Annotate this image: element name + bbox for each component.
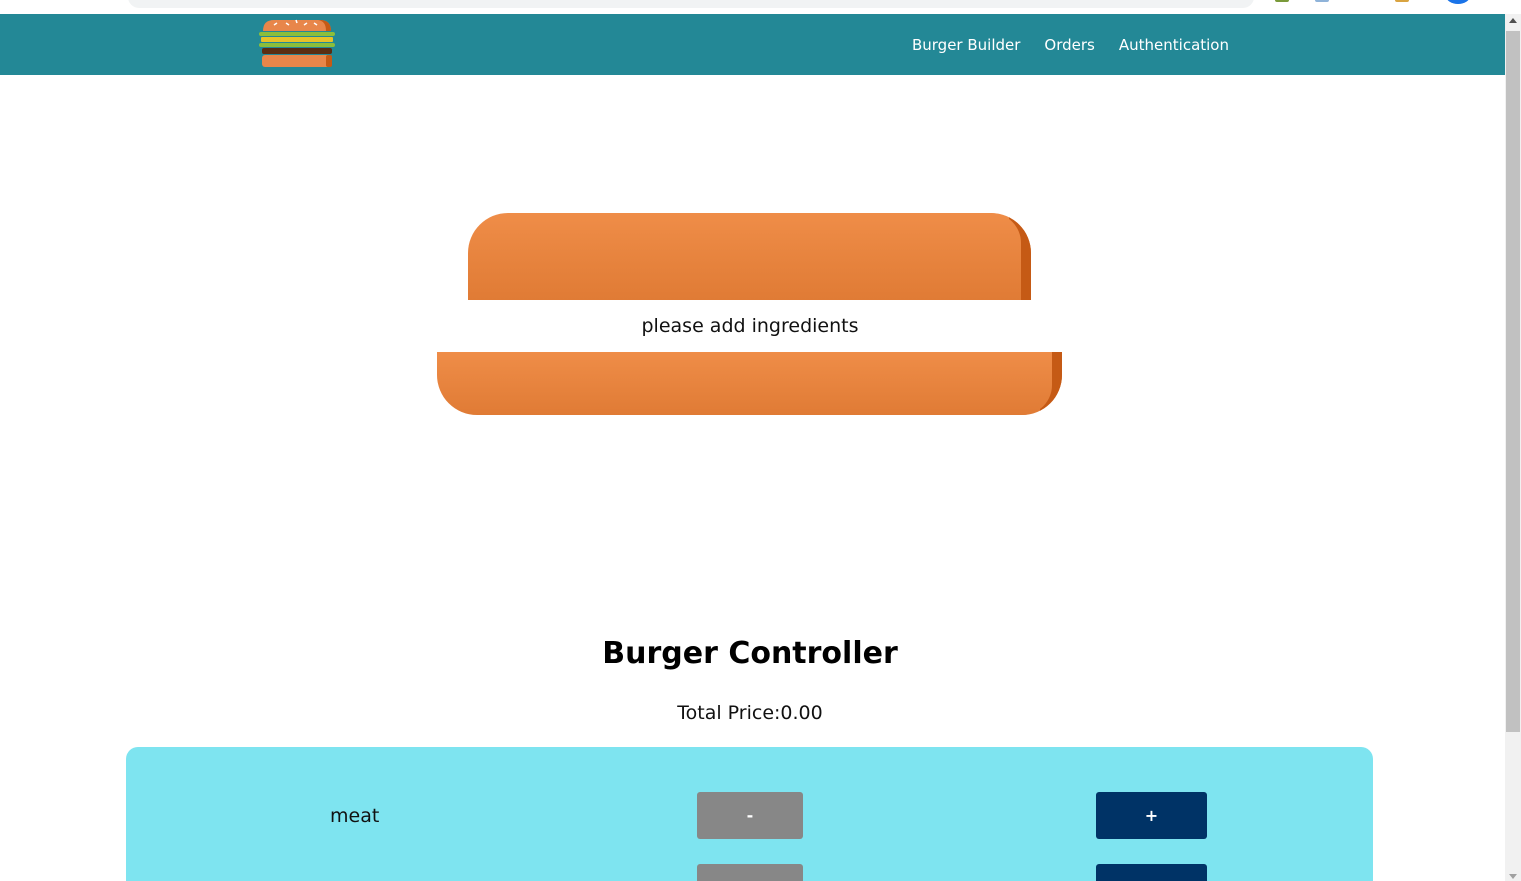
less-button[interactable]: -	[697, 792, 803, 839]
browser-top-strip	[0, 0, 1505, 14]
controller-title: Burger Controller	[602, 636, 898, 671]
scroll-up-arrow-icon[interactable]	[1509, 18, 1517, 23]
nav-burger-builder[interactable]: Burger Builder	[900, 36, 1032, 54]
total-price: Total Price:0.00	[677, 702, 823, 724]
scroll-down-arrow-icon[interactable]	[1509, 874, 1517, 879]
more-button[interactable]	[1096, 864, 1207, 881]
main-nav: Burger Builder Orders Authentication	[900, 14, 1241, 75]
bread-bottom	[437, 352, 1062, 415]
controls-panel: meat - +	[126, 747, 1373, 881]
control-row-meat: meat - +	[126, 792, 1373, 839]
ingredient-label: meat	[330, 805, 380, 827]
scrollbar-thumb[interactable]	[1506, 31, 1520, 732]
page-scrollbar[interactable]	[1505, 14, 1521, 881]
nav-authentication[interactable]: Authentication	[1107, 36, 1241, 54]
empty-burger-message: please add ingredients	[641, 315, 859, 337]
more-button[interactable]: +	[1096, 792, 1207, 839]
nav-orders[interactable]: Orders	[1032, 36, 1106, 54]
burger-preview: please add ingredients	[0, 75, 1505, 615]
toolbar: Burger Builder Orders Authentication	[0, 14, 1505, 75]
profile-avatar[interactable]	[1446, 0, 1470, 4]
control-row	[126, 864, 1373, 881]
burger-logo-icon[interactable]	[256, 17, 338, 71]
bread-top	[468, 213, 1031, 300]
extension-icon[interactable]	[1275, 0, 1289, 2]
address-bar[interactable]	[128, 0, 1254, 8]
less-button[interactable]	[697, 864, 803, 881]
extension-icon[interactable]	[1315, 0, 1329, 2]
extension-icon[interactable]	[1395, 0, 1409, 2]
